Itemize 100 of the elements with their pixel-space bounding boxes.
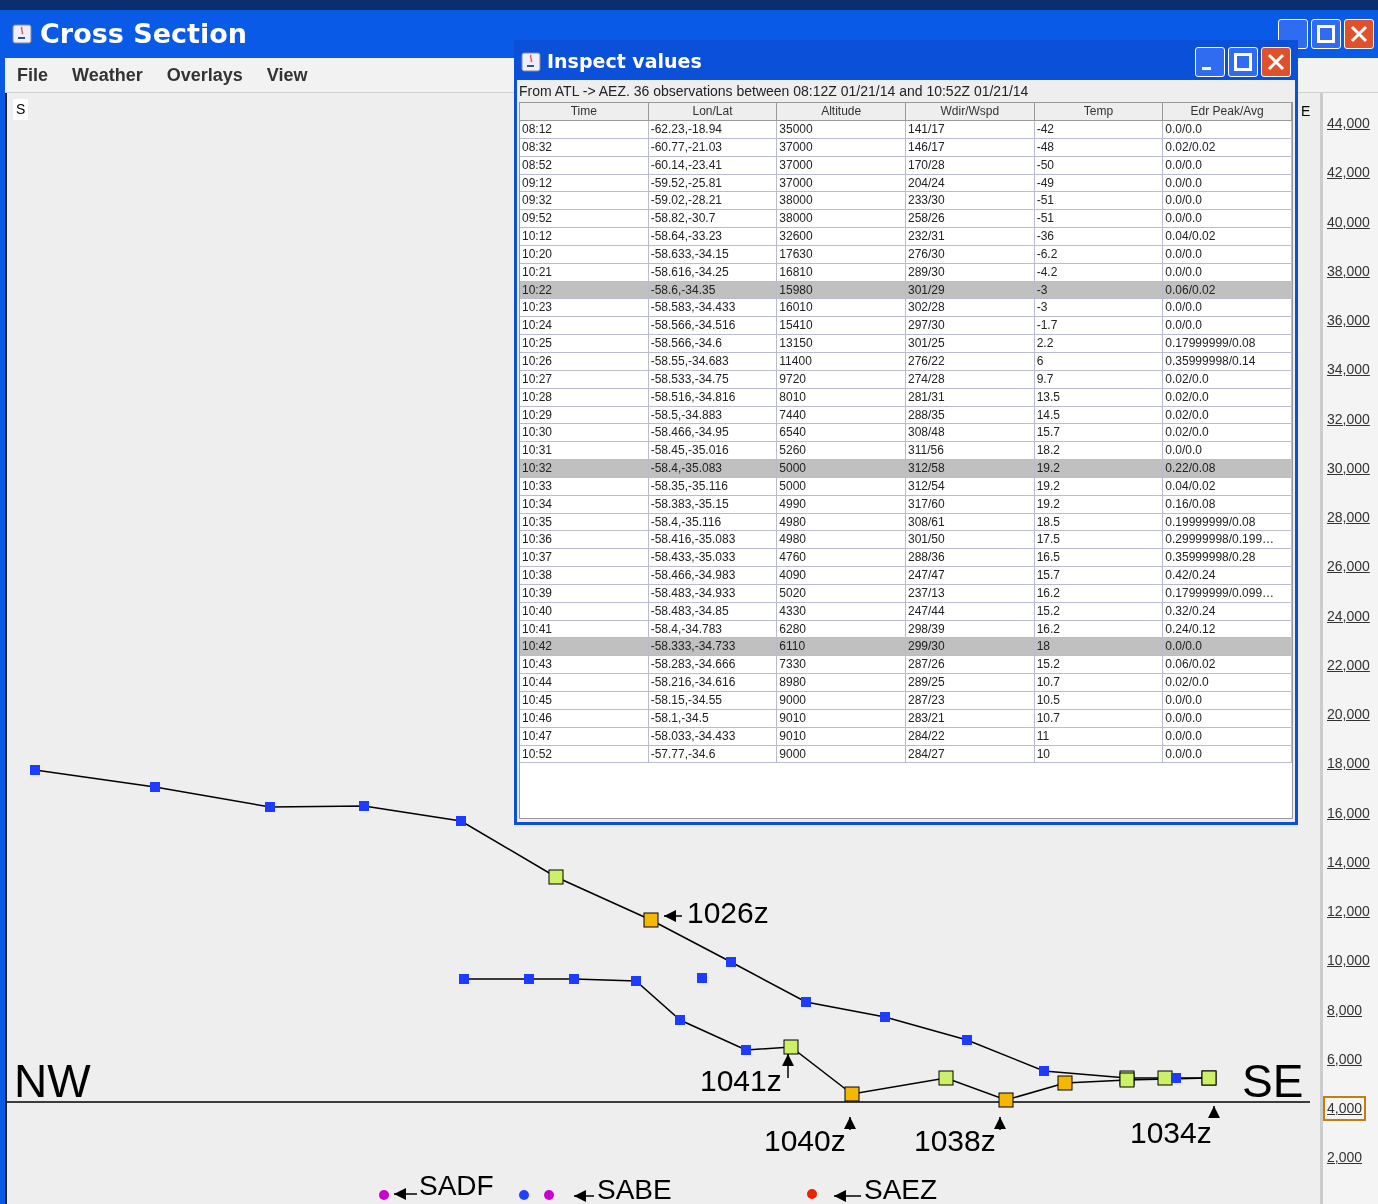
table-row[interactable]: 10:23 -58.583,-34.433 16010 302/28 -3 0.0/0.0 — [520, 299, 1292, 318]
table-cell: 0.0/0.0 — [1163, 245, 1292, 264]
table-cell: 11400 — [777, 352, 906, 371]
table-row[interactable]: 10:25 -58.566,-34.6 13150 301/25 2.2 0.17999999/0.08 — [520, 335, 1292, 353]
table-row[interactable]: 10:30 -58.466,-34.95 6540 308/48 15.7 0.02/0.0 — [520, 424, 1292, 443]
station-label: SADF — [419, 1172, 494, 1200]
table-row[interactable]: 09:52 -58.82,-30.7 38000 258/26 -51 0.0/0.0 — [520, 210, 1292, 229]
table-row[interactable]: 10:36 -58.416,-35.083 4980 301/50 17.5 0.29999998/0.199… — [520, 531, 1292, 550]
table-cell: 9.7 — [1034, 370, 1164, 389]
minimize-button[interactable] — [1195, 46, 1225, 77]
table-row[interactable]: 09:32 -59.02,-28.21 38000 233/30 -51 0.0/0.0 — [520, 192, 1292, 211]
table-cell: 4090 — [777, 567, 906, 585]
table-cell: 0.02/0.0 — [1163, 370, 1292, 389]
table-cell: 284/27 — [906, 745, 1035, 764]
table-cell: 0.0/0.0 — [1163, 263, 1292, 282]
table-cell: 0.0/0.0 — [1163, 709, 1292, 728]
table-cell: 10:21 — [520, 263, 649, 282]
table-cell: 317/60 — [906, 495, 1035, 514]
axis-tick-label: 44,000 — [1326, 114, 1371, 133]
direction-label: SE — [1242, 1058, 1304, 1104]
table-row[interactable]: 10:37 -58.433,-35.033 4760 288/36 16.5 0.35999998/0.28 — [520, 549, 1292, 568]
table-cell: 9010 — [777, 727, 906, 746]
table-cell: 0.0/0.0 — [1163, 156, 1292, 175]
table-cell: 32600 — [777, 228, 906, 246]
table-cell: -58.483,-34.933 — [648, 584, 778, 603]
table-cell: 0.17999999/0.099… — [1163, 584, 1292, 603]
table-cell: 15.2 — [1034, 602, 1164, 621]
table-cell: 312/58 — [906, 460, 1035, 478]
table-cell: 15.7 — [1034, 567, 1164, 585]
pointer-arrow — [393, 1188, 418, 1200]
table-cell: 10:52 — [520, 745, 649, 764]
table-cell: 10:34 — [520, 495, 649, 514]
table-cell: 0.0/0.0 — [1163, 121, 1292, 139]
table-row[interactable]: 10:24 -58.566,-34.516 15410 297/30 -1.7 0.0/0.0 — [520, 317, 1292, 336]
axis-tick-label: 8,000 — [1326, 1000, 1364, 1020]
table-cell: -57.77,-34.6 — [648, 745, 778, 764]
table-cell: -58.533,-34.75 — [648, 370, 778, 389]
table-cell: 0.0/0.0 — [1163, 727, 1292, 746]
pointer-arrow — [573, 1190, 595, 1202]
dialog-title: Inspect values — [547, 49, 702, 75]
table-cell: 312/54 — [906, 477, 1035, 496]
table-cell: 10:28 — [520, 388, 649, 407]
table-cell: 276/30 — [906, 245, 1035, 264]
table-row[interactable]: 10:44 -58.216,-34.616 8980 289/25 10.7 0.02/0.0 — [520, 674, 1292, 692]
table-cell: 10.5 — [1034, 692, 1164, 710]
table-cell: 10:45 — [520, 692, 649, 710]
table-row[interactable]: 10:38 -58.466,-34.983 4090 247/47 15.7 0.42/0.24 — [520, 567, 1292, 585]
table-cell: 17630 — [777, 245, 906, 264]
time-label: 1040z — [764, 1126, 846, 1156]
axis-tick-label: 20,000 — [1326, 705, 1371, 724]
table-cell: 9000 — [777, 745, 906, 764]
table-cell: 8010 — [777, 388, 906, 407]
table-cell: 9010 — [777, 709, 906, 728]
table-cell: 08:32 — [520, 138, 649, 157]
table-cell: 0.32/0.24 — [1163, 602, 1292, 621]
axis-tick-label: 30,000 — [1326, 458, 1371, 478]
table-row[interactable]: 10:45 -58.15,-34.55 9000 287/23 10.5 0.0/0.0 — [520, 692, 1292, 710]
table-cell: -6.2 — [1034, 245, 1164, 264]
menu-item[interactable]: File — [17, 61, 48, 89]
table-cell: 287/23 — [906, 692, 1035, 710]
table-cell: 10 — [1034, 745, 1164, 764]
maximize-icon — [1317, 25, 1335, 43]
table-cell: 10:33 — [520, 477, 649, 496]
table-cell: -58.35,-35.116 — [648, 477, 778, 496]
table-row[interactable]: 10:31 -58.45,-35.016 5260 311/56 18.2 0.0/0.0 — [520, 442, 1292, 461]
table-cell: 13.5 — [1034, 388, 1164, 407]
table-cell: 10:40 — [520, 602, 649, 621]
table-cell: 284/22 — [906, 727, 1035, 746]
table-cell: 0.02/0.02 — [1163, 138, 1292, 157]
time-label: 1038z — [914, 1126, 996, 1156]
close-button[interactable] — [1261, 46, 1291, 77]
table-row[interactable]: 10:42 -58.333,-34.733 6110 299/30 18 0.0/0.0 — [520, 638, 1292, 657]
table-cell: 16.2 — [1034, 584, 1164, 603]
menu-item[interactable]: Overlays — [166, 61, 243, 89]
pointer-arrow — [833, 1190, 862, 1202]
menu-item[interactable]: View — [266, 61, 308, 89]
table-cell: -58.033,-34.433 — [648, 727, 778, 746]
axis-tick-label: 22,000 — [1326, 655, 1371, 675]
table-cell: 10.7 — [1034, 709, 1164, 728]
close-button[interactable] — [1344, 19, 1374, 49]
table-row[interactable]: 08:12 -62.23,-18.94 35000 141/17 -42 0.0/0.0 — [520, 121, 1292, 139]
table-row[interactable]: 10:32 -58.4,-35.083 5000 312/58 19.2 0.22/0.08 — [520, 460, 1292, 478]
table-cell: -48 — [1034, 138, 1164, 157]
axis-tick-label: 40,000 — [1326, 212, 1371, 232]
table-cell: 10:27 — [520, 370, 649, 389]
edge-label: E — [1301, 102, 1311, 121]
table-cell: 11 — [1034, 727, 1164, 746]
table-cell: -60.14,-23.41 — [648, 156, 778, 175]
maximize-button[interactable] — [1228, 46, 1258, 77]
table-cell: 274/28 — [906, 370, 1035, 389]
table-cell: 247/47 — [906, 567, 1035, 585]
table-row[interactable]: 10:12 -58.64,-33.23 32600 232/31 -36 0.04/0.02 — [520, 228, 1292, 246]
menu-item[interactable]: Weather — [72, 61, 143, 89]
window-title: Cross Section — [40, 16, 247, 51]
cup-icon — [12, 24, 32, 44]
pointer-arrow — [663, 910, 683, 922]
table-cell: 37000 — [777, 156, 906, 175]
maximize-button[interactable] — [1311, 19, 1341, 49]
table-cell: 10:32 — [520, 460, 649, 478]
table-row[interactable]: 10:43 -58.283,-34.666 7330 287/26 15.2 0.06/0.02 — [520, 656, 1292, 675]
